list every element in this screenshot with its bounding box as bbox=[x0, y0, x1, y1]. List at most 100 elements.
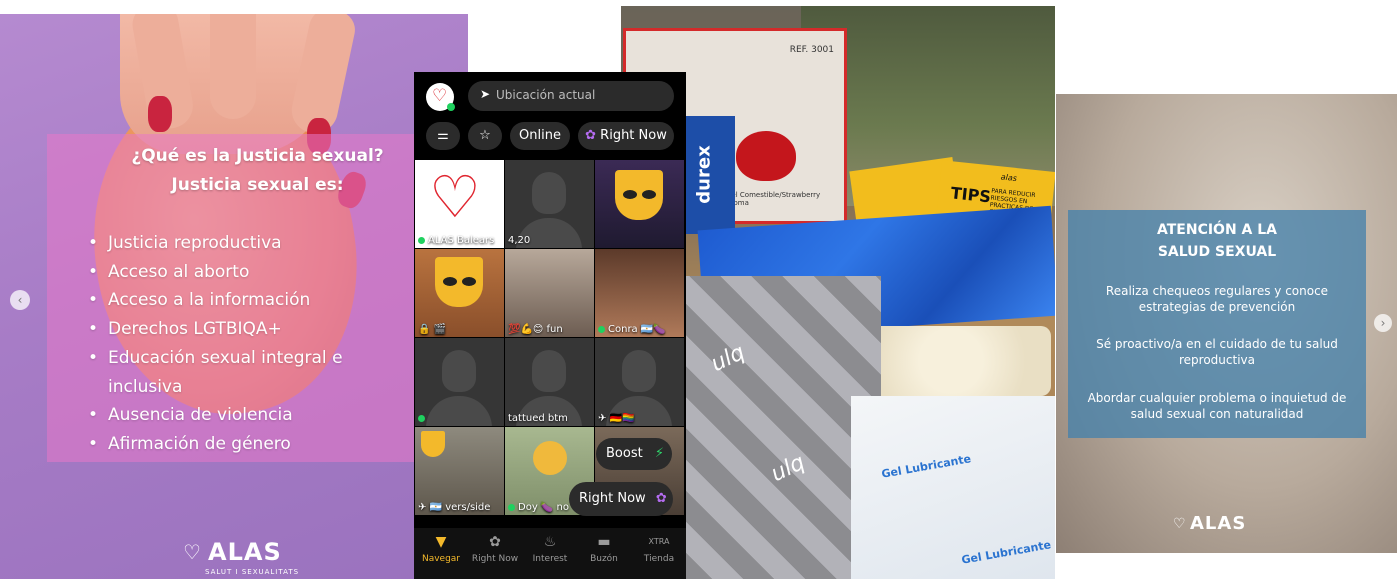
profile-caption: tattued btm bbox=[508, 413, 568, 424]
profile-cell[interactable]: 🔒 🎬 bbox=[415, 249, 504, 337]
product-photo: REF. 3001 Gel Comestible/Strawberry Arom… bbox=[621, 6, 1055, 579]
emoji-face-icon bbox=[533, 441, 567, 475]
slide-justicia-sexual: ¿Qué es la Justicia sexual? Justicia sex… bbox=[0, 14, 468, 579]
lube-sachets: Gel Lubricante Gel Lubricante bbox=[851, 396, 1055, 579]
text-box: ATENCIÓN A LA SALUD SEXUAL Realiza chequ… bbox=[1068, 210, 1366, 438]
slide-subtitle: Justicia sexual es: bbox=[171, 175, 344, 195]
box-ref: REF. 3001 bbox=[789, 45, 834, 55]
strawberry-icon bbox=[736, 131, 796, 181]
right-now-icon: ✿ bbox=[655, 491, 667, 506]
slide-title: ¿Qué es la Justicia sexual? bbox=[131, 146, 384, 166]
paragraph: Sé proactivo/a en el cuidado de tu salud… bbox=[1096, 337, 1338, 367]
heart-logo-icon: ♡ bbox=[429, 163, 481, 231]
right-now-button-label: Right Now bbox=[579, 491, 646, 506]
mask-icon bbox=[615, 170, 663, 220]
latex-rings bbox=[851, 326, 1051, 396]
durex-box: durex bbox=[681, 116, 735, 234]
profile-cell[interactable]: 4,20 bbox=[505, 160, 594, 248]
heart-icon: ♡ bbox=[432, 86, 448, 106]
mask-icon bbox=[435, 257, 483, 307]
list-item: Afirmación de género bbox=[88, 430, 400, 459]
location-arrow-icon: ➤ bbox=[480, 87, 491, 101]
favorites-star-button[interactable]: ☆ bbox=[468, 122, 502, 150]
packet-brand: ulq bbox=[707, 339, 749, 378]
profile-cell[interactable]: Conra 🇦🇷🍆 bbox=[595, 249, 684, 337]
alas-flyer-label: alas bbox=[1000, 172, 1018, 184]
location-bar[interactable]: ➤ Ubicación actual bbox=[468, 81, 674, 111]
heart-logo-icon: ♡ bbox=[183, 540, 201, 564]
heart-logo-icon: ♡ bbox=[1173, 516, 1186, 532]
profile-caption: Doy 🍆 no bbox=[508, 502, 569, 513]
slide-title-2: SALUD SEXUAL bbox=[1157, 244, 1277, 260]
list-item: Derechos LGTBIQA+ bbox=[88, 315, 400, 344]
online-status-icon bbox=[447, 103, 455, 111]
location-placeholder: Ubicación actual bbox=[496, 88, 596, 102]
chat-icon: ▬ bbox=[597, 534, 611, 550]
lube-label: Gel Lubricante bbox=[880, 452, 972, 481]
profile-caption: ✈ 🇦🇷 vers/side bbox=[418, 502, 491, 513]
mask-icon: ▼ bbox=[435, 534, 447, 550]
profile-cell[interactable] bbox=[415, 338, 504, 426]
profile-cell[interactable]: 💯💪😊 fun bbox=[505, 249, 594, 337]
finger-image bbox=[210, 14, 256, 119]
profile-cell[interactable]: tattued btm bbox=[505, 338, 594, 426]
lube-label: Gel Lubricante bbox=[960, 538, 1052, 567]
dating-app-screenshot: ♡ ➤ Ubicación actual ⚌ ☆ Online ✿ Right … bbox=[414, 72, 686, 579]
tab-tienda[interactable]: XTRA Tienda bbox=[632, 528, 686, 579]
profile-caption: 💯💪😊 fun bbox=[508, 324, 563, 335]
bolt-icon: ⚡ bbox=[654, 446, 664, 461]
list-item: Justicia reproductiva bbox=[88, 229, 400, 258]
tab-right-now[interactable]: ✿ Right Now bbox=[468, 528, 522, 579]
bottom-tab-bar: ▼ Navegar ✿ Right Now ♨ Interest ▬ Buzón XTR… bbox=[414, 528, 686, 579]
boost-label: Boost bbox=[606, 446, 643, 461]
profile-cell[interactable]: ✈ 🇩🇪🏳️‍🌈 bbox=[595, 338, 684, 426]
list-item: Ausencia de violencia bbox=[88, 401, 400, 430]
slide-atencion-salud: ATENCIÓN A LA SALUD SEXUAL Realiza chequ… bbox=[1056, 94, 1397, 553]
box-tagline: Gel Comestible/Strawberry Aroma bbox=[726, 191, 821, 207]
packet-brand: ulq bbox=[767, 449, 809, 488]
right-now-icon: ✿ bbox=[585, 128, 597, 143]
profile-caption: 4,20 bbox=[508, 235, 531, 246]
profile-caption: Conra 🇦🇷🍆 bbox=[598, 324, 666, 335]
profile-cell[interactable]: ✈ 🇦🇷 vers/side bbox=[415, 427, 504, 515]
carousel-prev-button[interactable]: ‹ bbox=[10, 290, 30, 310]
filter-sliders-button[interactable]: ⚌ bbox=[426, 122, 460, 150]
silhouette-icon bbox=[532, 172, 566, 214]
flame-icon: ♨ bbox=[543, 534, 557, 550]
nail-image bbox=[148, 96, 172, 132]
tab-interest[interactable]: ♨ Interest bbox=[523, 528, 577, 579]
logo-subtitle: SALUT I SEXUALITATS bbox=[205, 568, 300, 576]
profile-caption bbox=[418, 413, 428, 424]
right-now-filter-button[interactable]: ✿ Right Now bbox=[578, 122, 674, 150]
online-filter-button[interactable]: Online bbox=[510, 122, 570, 150]
list-item: Educación sexual integral e inclusiva bbox=[88, 344, 400, 401]
profile-caption: ALAS Balears bbox=[418, 235, 494, 246]
silhouette-icon bbox=[442, 350, 476, 392]
paragraph: Abordar cualquier problema o inquietud d… bbox=[1087, 391, 1347, 421]
profile-caption: 🔒 🎬 bbox=[418, 324, 447, 335]
boost-button[interactable]: Boost ⚡ bbox=[596, 438, 672, 470]
durex-label: durex bbox=[693, 145, 715, 204]
right-now-filter-label: Right Now bbox=[600, 128, 667, 143]
carousel-next-button[interactable]: › bbox=[1374, 314, 1392, 332]
right-now-button[interactable]: Right Now ✿ bbox=[569, 482, 673, 516]
alas-logo: ALAS bbox=[208, 538, 282, 566]
tips-label: TIPS bbox=[949, 183, 992, 207]
silhouette-icon bbox=[622, 350, 656, 392]
silhouette-icon bbox=[532, 350, 566, 392]
profile-avatar[interactable]: ♡ bbox=[426, 83, 455, 111]
alas-logo: ALAS bbox=[1190, 513, 1247, 534]
profile-cell[interactable] bbox=[595, 160, 684, 248]
silhouette-icon bbox=[426, 396, 492, 426]
tab-navegar[interactable]: ▼ Navegar bbox=[414, 528, 468, 579]
list-item: Acceso al aborto bbox=[88, 258, 400, 287]
xtra-badge-icon: XTRA bbox=[648, 537, 670, 546]
profile-cell[interactable]: ♡ ALAS Balears bbox=[415, 160, 504, 248]
mask-icon bbox=[421, 431, 445, 457]
slide-title: ATENCIÓN A LA bbox=[1156, 222, 1278, 238]
tab-buzon[interactable]: ▬ Buzón bbox=[577, 528, 631, 579]
profile-caption: ✈ 🇩🇪🏳️‍🌈 bbox=[598, 413, 635, 424]
list-item: Acceso a la información bbox=[88, 286, 400, 315]
right-now-icon: ✿ bbox=[489, 534, 501, 550]
paragraph: Realiza chequeos regulares y conoce estr… bbox=[1105, 284, 1329, 314]
